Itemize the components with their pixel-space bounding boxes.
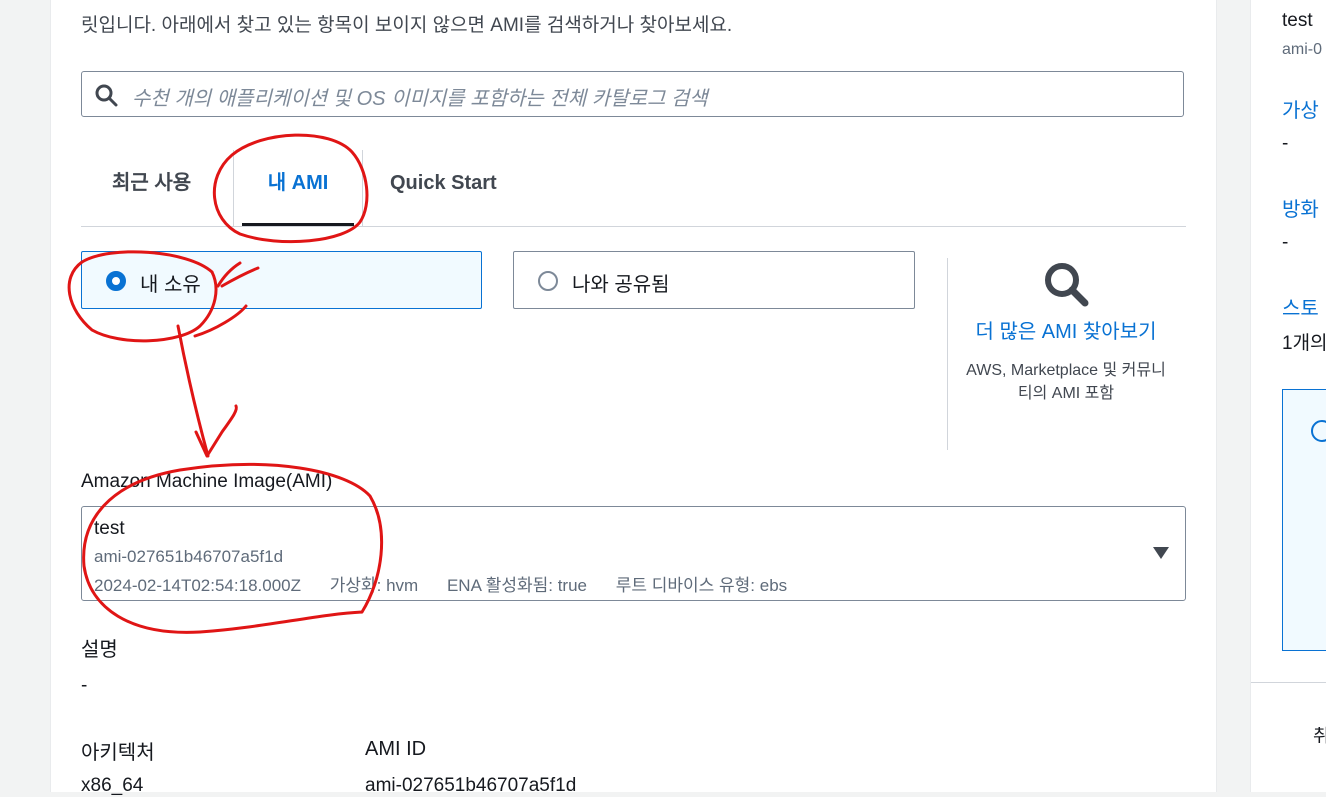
ami-id: ami-027651b46707a5f1d [94, 547, 284, 566]
owned-by-me-option[interactable]: 내 소유 [81, 251, 482, 309]
free-tier-info-box [1282, 389, 1326, 651]
shared-with-me-option[interactable]: 나와 공유됨 [513, 251, 915, 309]
active-tab-indicator [242, 223, 354, 226]
ami-root-device: 루트 디바이스 유형: ebs [615, 576, 788, 595]
ami-name: test [94, 518, 125, 539]
info-icon [1311, 420, 1326, 442]
launch-instance-main-panel: 릿입니다. 아래에서 찾고 있는 항목이 보이지 않으면 AMI를 검색하거나 … [50, 0, 1217, 796]
radio-selected-icon [106, 271, 126, 291]
browse-more-amis-description: AWS, Marketplace 및 커뮤니티의 AMI 포함 [966, 362, 1166, 402]
ami-select-dropdown[interactable]: test ami-027651b46707a5f1d 2024-02-14T02… [81, 506, 1186, 601]
ami-id-value: ami-027651b46707a5f1d [365, 775, 577, 796]
tab-my-ami-label: 내 AMI [267, 172, 329, 194]
summary-ami-name: test [1282, 10, 1313, 31]
summary-virtual-server-link[interactable]: 가상 [1282, 94, 1319, 123]
ami-metadata: 2024-02-14T02:54:18.000Z 가상화: hvm ENA 활성… [94, 571, 811, 596]
shared-with-me-label: 나와 공유됨 [572, 274, 670, 296]
description-label: 설명 [81, 639, 118, 661]
owned-by-me-label: 내 소유 [140, 274, 201, 296]
summary-virtual-server-value: - [1282, 133, 1289, 154]
cancel-button[interactable]: 취 [1313, 722, 1326, 748]
side-divider [1251, 682, 1326, 683]
ami-virtualization: 가상화: hvm [329, 576, 419, 595]
ami-source-tabs: 최근 사용 내 AMI Quick Start [81, 150, 1186, 227]
ami-search-input[interactable]: 수천 개의 애플리케이션 및 OS 이미지를 포함하는 전체 카탈로그 검색 [81, 71, 1184, 117]
summary-side-panel: test ami-0 가상 - 방화 - 스토 1개의 취 [1250, 0, 1326, 792]
tab-recent[interactable]: 최근 사용 [112, 150, 191, 226]
browse-more-amis-link[interactable]: 더 많은 AMI 찾아보기 [961, 316, 1171, 349]
description-value: - [81, 675, 88, 696]
ami-ena: ENA 활성화됨: true [446, 576, 587, 595]
ami-creation-date: 2024-02-14T02:54:18.000Z [94, 576, 301, 595]
browse-more-amis: 더 많은 AMI 찾아보기 AWS, Marketplace 및 커뮤니티의 A… [961, 258, 1171, 405]
intro-text: 릿입니다. 아래에서 찾고 있는 항목이 보이지 않으면 AMI를 검색하거나 … [81, 15, 733, 36]
summary-storage-value: 1개의 [1282, 333, 1326, 354]
summary-ami-id: ami-0 [1282, 41, 1323, 58]
ami-id-label: AMI ID [365, 738, 427, 760]
architecture-label: 아키텍처 [81, 742, 155, 764]
tab-quick-start[interactable]: Quick Start [390, 150, 497, 226]
vertical-divider [947, 258, 948, 450]
search-icon [95, 84, 118, 107]
architecture-value: x86_64 [81, 775, 144, 796]
magnifier-icon[interactable] [1042, 260, 1090, 308]
summary-firewall-link[interactable]: 방화 [1282, 193, 1319, 222]
caret-down-icon [1153, 547, 1169, 559]
summary-firewall-value: - [1282, 232, 1289, 253]
summary-storage-link[interactable]: 스토 [1282, 292, 1319, 321]
search-placeholder: 수천 개의 애플리케이션 및 OS 이미지를 포함하는 전체 카탈로그 검색 [132, 88, 708, 110]
ami-field-label: Amazon Machine Image(AMI) [81, 471, 333, 492]
tab-my-ami[interactable]: 내 AMI [233, 150, 363, 226]
radio-unselected-icon [538, 271, 558, 291]
